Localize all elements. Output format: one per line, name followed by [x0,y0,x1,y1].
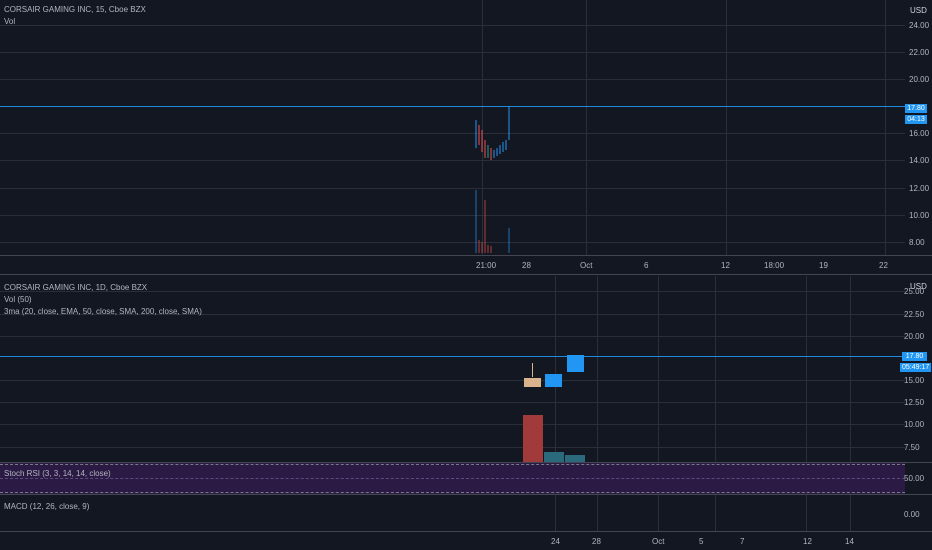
lower-band [0,492,905,493]
x-tick: Oct [652,537,665,546]
currency-label: USD [910,6,927,15]
volume-bar [544,452,564,462]
grid-line [0,242,905,243]
grid-line [0,79,905,80]
y-tick: 0.00 [904,510,920,519]
x-tick: 24 [551,537,560,546]
bar-countdown-tag: 04:13 [905,115,927,124]
grid-line [0,25,905,26]
x-tick: 12 [721,261,730,270]
y-tick: 10.00 [904,420,925,429]
grid-line [586,0,587,255]
y-tick: 12.00 [909,184,930,193]
y-tick: 15.00 [904,376,925,385]
stoch-rsi-label[interactable]: Stoch RSI (3, 3, 14, 14, close) [4,469,111,478]
grid-line [0,188,905,189]
x-tick: 28 [522,261,531,270]
grid-line [0,52,905,53]
x-tick: 12 [803,537,812,546]
grid-line [885,0,886,255]
y-tick: 20.00 [904,332,925,341]
y-tick: 14.00 [909,156,930,165]
last-price-tag: 17.80 [902,352,927,361]
window-separator [0,274,932,275]
x-tick: 7 [740,537,745,546]
grid-line [806,495,807,531]
y-tick: 24.00 [909,21,930,30]
grid-line [0,380,905,381]
x-tick: 21:00 [476,261,497,270]
y-tick: 50.00 [904,474,925,483]
bar-countdown-tag: 05:49:17 [900,363,932,372]
x-tick: 14 [845,537,854,546]
grid-line [0,336,905,337]
intraday-chart-pane[interactable]: CORSAIR GAMING INC, 15, Cboe BZX Vol [0,0,905,255]
grid-line [0,402,905,403]
y-tick: 12.50 [904,398,925,407]
y-tick: 10.00 [909,211,930,220]
last-price-line [0,106,905,107]
y-tick: 22.50 [904,310,925,319]
macd-pane[interactable]: MACD (12, 26, close, 9) [0,495,905,531]
stoch-rsi-pane[interactable]: Stoch RSI (3, 3, 14, 14, close) [0,463,905,494]
grid-line [726,0,727,255]
grid-line [0,447,905,448]
x-tick: 5 [699,537,704,546]
grid-line [658,495,659,531]
last-price-tag: 17.80 [905,104,927,113]
volume-indicator-label[interactable]: Vol (50) [4,295,32,304]
upper-band [0,464,905,465]
x-tick: 28 [592,537,601,546]
y-tick: 16.00 [909,129,930,138]
grid-line [0,160,905,161]
volume-bar [523,415,543,462]
candle [567,355,584,372]
candle [524,378,541,387]
grid-line [715,495,716,531]
grid-line [850,495,851,531]
moving-average-label[interactable]: 3ma (20, close, EMA, 50, close, SMA, 200… [4,307,202,316]
y-tick: 20.00 [909,75,930,84]
volume-bar [565,455,585,462]
x-tick: Oct [580,261,593,270]
x-tick: 18:00 [764,261,785,270]
daily-chart-pane[interactable]: CORSAIR GAMING INC, 1D, Cboe BZX Vol (50… [0,276,905,531]
mid-band [0,478,905,479]
x-tick: 19 [819,261,828,270]
volume-indicator-label[interactable]: Vol [4,17,15,26]
y-tick: 22.00 [909,48,930,57]
candle [545,374,562,387]
x-tick: 22 [879,261,888,270]
x-tick: 6 [644,261,649,270]
grid-line [0,424,905,425]
daily-time-axis[interactable] [0,532,905,550]
y-tick: 7.50 [904,443,920,452]
macd-label[interactable]: MACD (12, 26, close, 9) [4,502,89,511]
grid-line [0,133,905,134]
intraday-candles [475,106,510,253]
grid-line [597,495,598,531]
grid-line [555,495,556,531]
chart-title: CORSAIR GAMING INC, 1D, Cboe BZX [4,283,148,292]
y-tick: 25.00 [904,287,925,296]
candle-wick [532,363,533,377]
chart-title: CORSAIR GAMING INC, 15, Cboe BZX [4,5,146,14]
y-tick: 8.00 [909,238,925,247]
last-price-line [0,356,905,357]
grid-line [0,215,905,216]
